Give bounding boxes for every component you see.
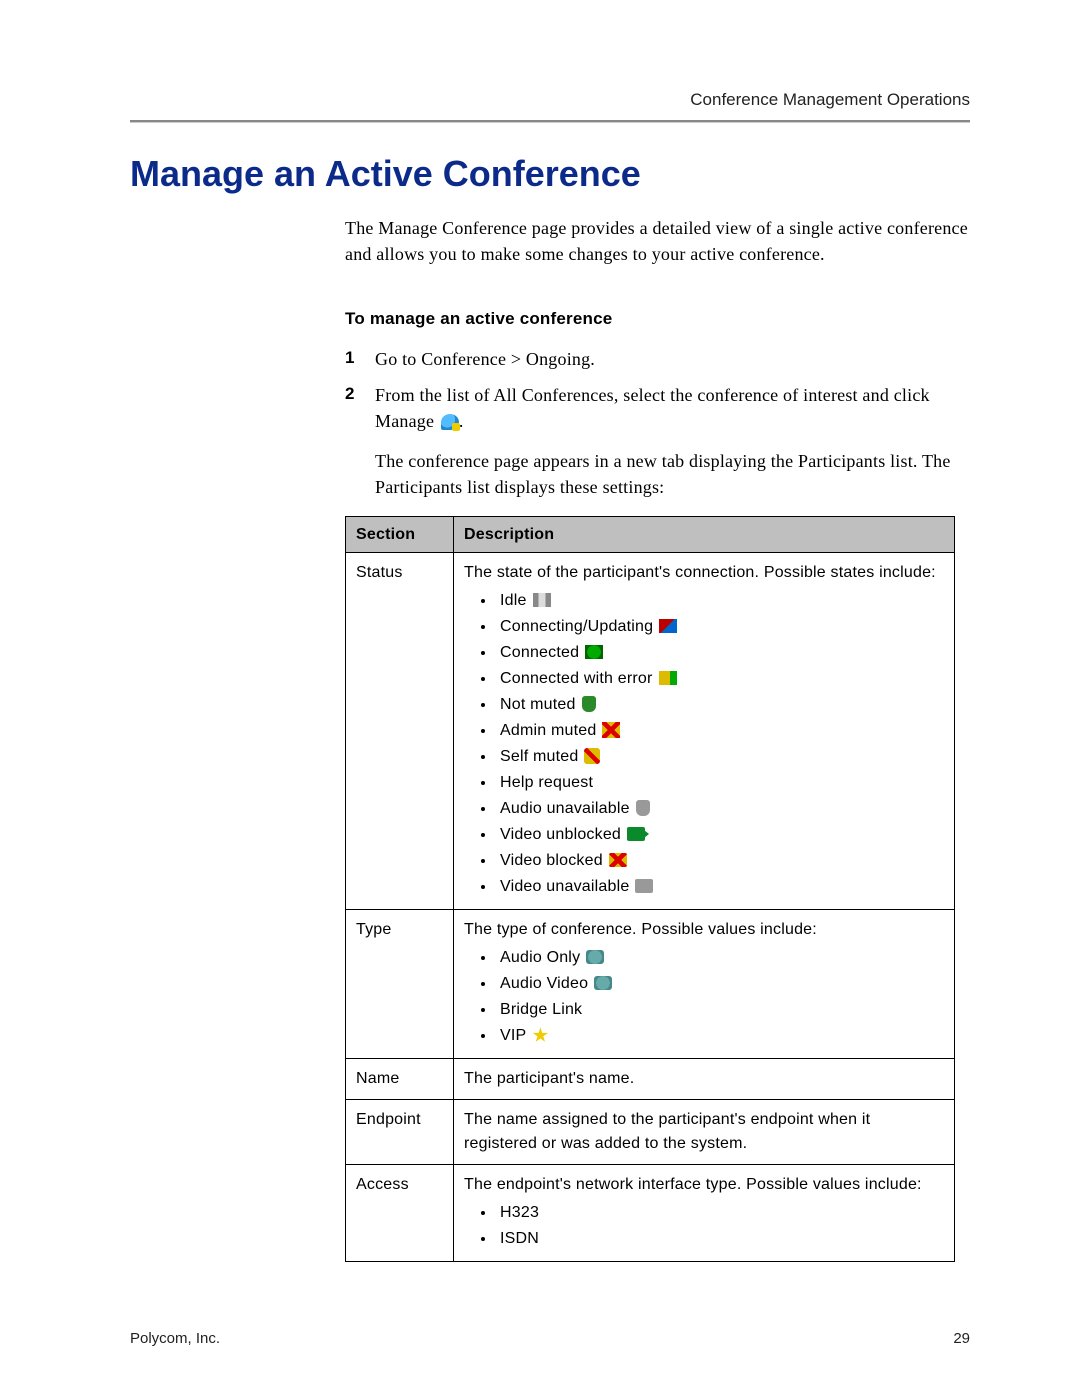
cell-status-desc: The state of the participant's connectio… — [454, 553, 955, 910]
status-item-connecting: Connecting/Updating — [500, 618, 653, 635]
self-muted-icon — [584, 748, 600, 764]
participants-settings-table: Section Description Status The state of … — [345, 516, 955, 1262]
cell-status-label: Status — [346, 553, 454, 910]
audio-unavailable-icon — [636, 800, 650, 816]
access-desc-text: The endpoint's network interface type. P… — [464, 1176, 922, 1193]
footer-page-number: 29 — [953, 1330, 970, 1347]
connected-error-icon — [659, 671, 677, 685]
procedure-after-text: The conference page appears in a new tab… — [375, 448, 970, 500]
th-description: Description — [454, 517, 955, 553]
intro-paragraph: The Manage Conference page provides a de… — [345, 215, 970, 267]
access-item-h323: H323 — [500, 1204, 539, 1221]
idle-icon — [533, 593, 551, 607]
status-item-video-blocked: Video blocked — [500, 852, 603, 869]
row-type: Type The type of conference. Possible va… — [346, 910, 955, 1059]
cell-access-label: Access — [346, 1165, 454, 1262]
video-unavailable-icon — [635, 879, 653, 893]
cell-name-label: Name — [346, 1059, 454, 1100]
admin-muted-icon — [602, 722, 620, 738]
step-2: 2 From the list of All Conferences, sele… — [345, 382, 970, 434]
status-item-not-muted: Not muted — [500, 696, 576, 713]
status-item-help-request: Help request — [500, 774, 593, 791]
row-name: Name The participant's name. — [346, 1059, 955, 1100]
type-item-vip: VIP — [500, 1027, 526, 1044]
access-items: H323 ISDN — [464, 1201, 944, 1251]
status-item-admin-muted: Admin muted — [500, 722, 596, 739]
status-item-idle: Idle — [500, 592, 527, 609]
connecting-updating-icon — [659, 619, 677, 633]
type-items: Audio Only Audio Video Bridge Link VIP — [464, 946, 944, 1048]
row-endpoint: Endpoint The name assigned to the partic… — [346, 1100, 955, 1165]
status-desc-text: The state of the participant's connectio… — [464, 564, 936, 581]
status-item-video-unblocked: Video unblocked — [500, 826, 621, 843]
footer-company: Polycom, Inc. — [130, 1330, 220, 1347]
step-2-text: From the list of All Conferences, select… — [375, 382, 970, 434]
step-1: 1 Go to Conference > Ongoing. — [345, 346, 970, 372]
page-footer: Polycom, Inc. 29 — [130, 1330, 970, 1347]
header-chapter-title: Conference Management Operations — [130, 90, 970, 110]
cell-endpoint-desc: The name assigned to the participant's e… — [454, 1100, 955, 1165]
manage-icon — [441, 414, 459, 430]
step-2-number: 2 — [345, 382, 375, 434]
status-item-self-muted: Self muted — [500, 748, 578, 765]
cell-name-desc: The participant's name. — [454, 1059, 955, 1100]
cell-access-desc: The endpoint's network interface type. P… — [454, 1165, 955, 1262]
status-items: Idle Connecting/Updating Connected Conne… — [464, 589, 944, 899]
row-status: Status The state of the participant's co… — [346, 553, 955, 910]
status-item-connected: Connected — [500, 644, 579, 661]
audio-video-icon — [594, 976, 612, 990]
access-item-isdn: ISDN — [500, 1230, 539, 1247]
header-rule — [130, 120, 970, 123]
step-1-text: Go to Conference > Ongoing. — [375, 346, 970, 372]
vip-icon — [532, 1027, 548, 1043]
cell-endpoint-label: Endpoint — [346, 1100, 454, 1165]
video-blocked-icon — [609, 853, 627, 867]
type-item-audio-only: Audio Only — [500, 949, 580, 966]
status-item-connected-error: Connected with error — [500, 670, 653, 687]
status-item-audio-unavail: Audio unavailable — [500, 800, 630, 817]
not-muted-icon — [582, 696, 596, 712]
type-item-audio-video: Audio Video — [500, 975, 588, 992]
type-desc-text: The type of conference. Possible values … — [464, 921, 817, 938]
procedure-heading: To manage an active conference — [345, 307, 970, 332]
type-item-bridge-link: Bridge Link — [500, 1001, 582, 1018]
status-item-video-unavail: Video unavailable — [500, 878, 629, 895]
audio-only-icon — [586, 950, 604, 964]
row-access: Access The endpoint's network interface … — [346, 1165, 955, 1262]
video-unblocked-icon — [627, 827, 645, 841]
step-1-number: 1 — [345, 346, 375, 372]
connected-icon — [585, 645, 603, 659]
th-section: Section — [346, 517, 454, 553]
cell-type-label: Type — [346, 910, 454, 1059]
cell-type-desc: The type of conference. Possible values … — [454, 910, 955, 1059]
page-title: Manage an Active Conference — [130, 153, 970, 195]
